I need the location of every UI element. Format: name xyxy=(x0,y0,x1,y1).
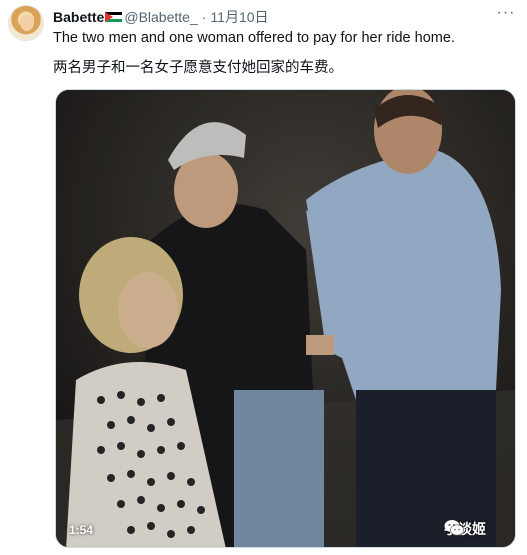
tweet[interactable]: Babette @Blabette_ · 11月10日 ··· The two … xyxy=(0,0,527,555)
tweet-header: Babette @Blabette_ · 11月10日 xyxy=(53,7,269,27)
video-duration: 1:54 xyxy=(69,523,94,537)
separator-dot: · xyxy=(201,9,207,25)
author-handle[interactable]: @Blabette_ xyxy=(124,9,197,25)
author-avatar[interactable] xyxy=(8,5,44,41)
author-name[interactable]: Babette xyxy=(53,9,104,25)
avatar-face xyxy=(20,15,34,31)
more-options-icon[interactable]: ··· xyxy=(495,5,517,24)
video-player[interactable]: 1:54 手谈姬 xyxy=(55,89,516,548)
tweet-date[interactable]: 11月10日 xyxy=(210,7,268,27)
tweet-text-chinese: 两名男子和一名女子愿意支付她回家的车费。 xyxy=(53,60,343,76)
video-frame xyxy=(56,90,515,547)
tweet-text-english: The two men and one woman offered to pay… xyxy=(53,30,455,46)
wechat-icon xyxy=(444,520,464,536)
watermark: 手谈姬 xyxy=(444,519,486,539)
palestine-flag-icon xyxy=(105,11,123,23)
